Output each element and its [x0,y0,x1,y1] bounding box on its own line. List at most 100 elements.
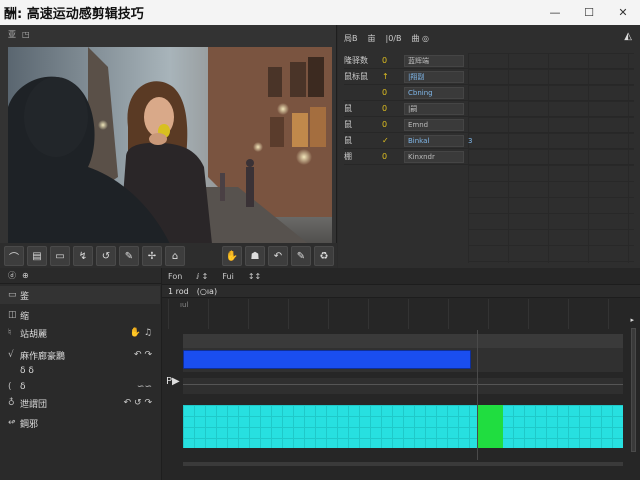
audio-clip[interactable] [183,405,623,448]
track-icon: ( [8,382,12,392]
timeline-lane[interactable] [183,334,623,348]
viewer-header-item[interactable]: 亚 [8,29,16,40]
viewer-header-item[interactable]: ◳ [22,30,30,39]
inspector-row[interactable]: 隆驿数 0 蓝辉端 [344,53,634,69]
timeline-header-item[interactable]: Fui [222,272,233,281]
property-label: 鼠 [344,136,352,145]
property-field[interactable]: |翔副 [404,70,464,83]
video-frame [8,47,332,263]
inspector-row[interactable]: 鼠 ✓ Binkal 3 [344,133,634,149]
track-label: δ δ [20,366,34,376]
track-controls[interactable]: ↶ ↺ ↷ [124,398,152,408]
inspector-row[interactable]: 棚 0 Kinxndr [344,149,634,165]
title-bar: 酬: 高速运动感剪辑技巧 — ☐ ✕ [0,0,640,25]
scroll-right-arrow[interactable]: ▸ [630,316,634,324]
property-field[interactable]: 蓝辉端 [404,54,464,67]
tool-button[interactable]: ▤ [27,246,47,266]
tool-button[interactable]: ⌒ [4,246,24,266]
inspector-row[interactable]: 鼠标鼠 ↑ |翔副 [344,69,634,85]
tool-button[interactable]: ✎ [119,246,139,266]
video-clip[interactable] [183,350,471,369]
keyframe-indicator[interactable]: 0 [382,88,404,97]
tool-button[interactable]: ↯ [73,246,93,266]
timeline-header-item[interactable]: ⅈ ↕ [196,272,208,281]
tool-button[interactable]: ↶ [268,246,288,266]
track-panel: ⓓ ⊕ ▭ 鉴 ◫ 缩 ♮ 站胡麗 ✋ ♫ √ 麻作廊豪鸝 ↶ ↷ δ δ(δ ∽∽ ♁ 迣謂団 ↶ ↺ ↷… [0,268,162,480]
tool-button[interactable]: ♻ [314,246,334,266]
track-header[interactable]: ♁ 迣謂団 ↶ ↺ ↷ [0,394,160,412]
track-label: 站胡麗 [20,329,48,340]
property-label: 鼠 [344,104,352,113]
track-header[interactable]: ▭ 鉴 [0,286,160,304]
minimize-button[interactable]: — [538,0,572,25]
playback-label[interactable]: P▶ [166,376,180,387]
inspector-tab[interactable]: |0/B [386,34,402,43]
timeline-panel: Fon ⅈ ↕ Fui ↕↕ 1 rod (○ıa) ıul ▸ P▶ [162,268,640,480]
keyframe-indicator[interactable]: ↑ [382,72,404,81]
track-controls[interactable]: ✋ ♫ [130,328,152,338]
inspector-row[interactable]: 鼠 0 |嗣 [344,101,634,117]
keyframe-indicator[interactable]: 0 [382,120,404,129]
keyframe-indicator[interactable]: 0 [382,104,404,113]
tool-button[interactable]: ⌂ [165,246,185,266]
property-field[interactable]: |嗣 [404,102,464,115]
playhead[interactable] [477,330,478,460]
keyframe-indicator[interactable]: 0 [382,152,404,161]
track-header[interactable]: ↫ 鋼邪 [0,414,160,432]
inspector-tab[interactable]: 亩 [368,33,376,44]
keyframe-indicator[interactable]: ✓ [382,136,404,145]
track-header-item[interactable]: ⓓ [8,270,16,281]
track-header[interactable]: ♮ 站胡麗 ✋ ♫ [0,324,160,342]
timeline-tab[interactable]: (○ıa) [197,287,217,296]
track-controls[interactable]: ∽∽ [137,382,152,392]
track-header[interactable]: ◫ 缩 [0,306,160,324]
track-icon: ♮ [8,328,12,338]
timeline-header-item[interactable]: Fon [168,272,182,281]
property-field[interactable]: Binkal [404,134,464,147]
video-preview[interactable] [8,47,332,263]
lane-divider [183,384,623,385]
track-label: 缩 [20,311,30,322]
tool-button[interactable]: ✎ [291,246,311,266]
track-panel-header: ⓓ ⊕ [0,268,161,284]
timeline-tab[interactable]: 1 rod [168,287,189,296]
property-field[interactable]: Kinxndr [404,150,464,163]
inspector-tab[interactable]: 曲 ◎ [411,33,429,44]
property-label: 隆驿数 [344,56,368,65]
tool-button[interactable]: ✢ [142,246,162,266]
inspector-row[interactable]: 鼠 0 Emnd [344,117,634,133]
viewer-header: 亚 ◳ [0,25,336,43]
window-controls: — ☐ ✕ [538,0,640,25]
timeline-ruler[interactable]: ıul [168,299,628,329]
inspector-panel: 局B 亩 |0/B 曲 ◎ ◭ 隆驿数 0 蓝辉端 鼠标鼠 ↑ |翔副 0 Cbning 鼠 0 |… [338,25,640,268]
timeline-lane[interactable] [183,378,623,394]
track-label: δ [20,382,26,392]
inspector-tab[interactable]: 局B [344,33,358,44]
tool-button[interactable]: ☗ [245,246,265,266]
property-label: 鼠标鼠 [344,72,368,81]
tool-button[interactable]: ↺ [96,246,116,266]
track-header-item[interactable]: ⊕ [22,271,29,280]
vertical-scrollbar[interactable] [631,328,636,452]
inspector-row[interactable]: 0 Cbning [344,85,634,101]
track-label: 迣謂団 [20,399,48,410]
tool-button[interactable]: ✋ [222,246,242,266]
property-field[interactable]: Emnd [404,118,464,131]
track-label: 鋼邪 [20,419,39,430]
track-icon: √ [8,350,14,360]
property-extra: 3 [468,136,473,145]
timeline-header-item[interactable]: ↕↕ [248,272,261,281]
horizontal-scrollbar[interactable] [183,462,623,466]
track-icon: ♁ [8,398,15,408]
track-controls[interactable]: ↶ ↷ [134,350,152,360]
maximize-button[interactable]: ☐ [572,0,606,25]
track-icon: ↫ [8,418,16,428]
close-button[interactable]: ✕ [606,0,640,25]
property-field[interactable]: Cbning [404,86,464,99]
keyframe-indicator[interactable]: 0 [382,56,404,65]
selected-clip-segment[interactable] [477,405,503,448]
tool-button[interactable]: ▭ [50,246,70,266]
inspector-corner-icon[interactable]: ◭ [624,31,632,42]
timeline-tabs: 1 rod (○ıa) [162,284,640,298]
viewer-toolbar: ⌒ ▤ ▭ ↯ ↺ ✎ ✢ ⌂ ✋ ☗ ↶ ✎ ♻ [0,243,337,269]
